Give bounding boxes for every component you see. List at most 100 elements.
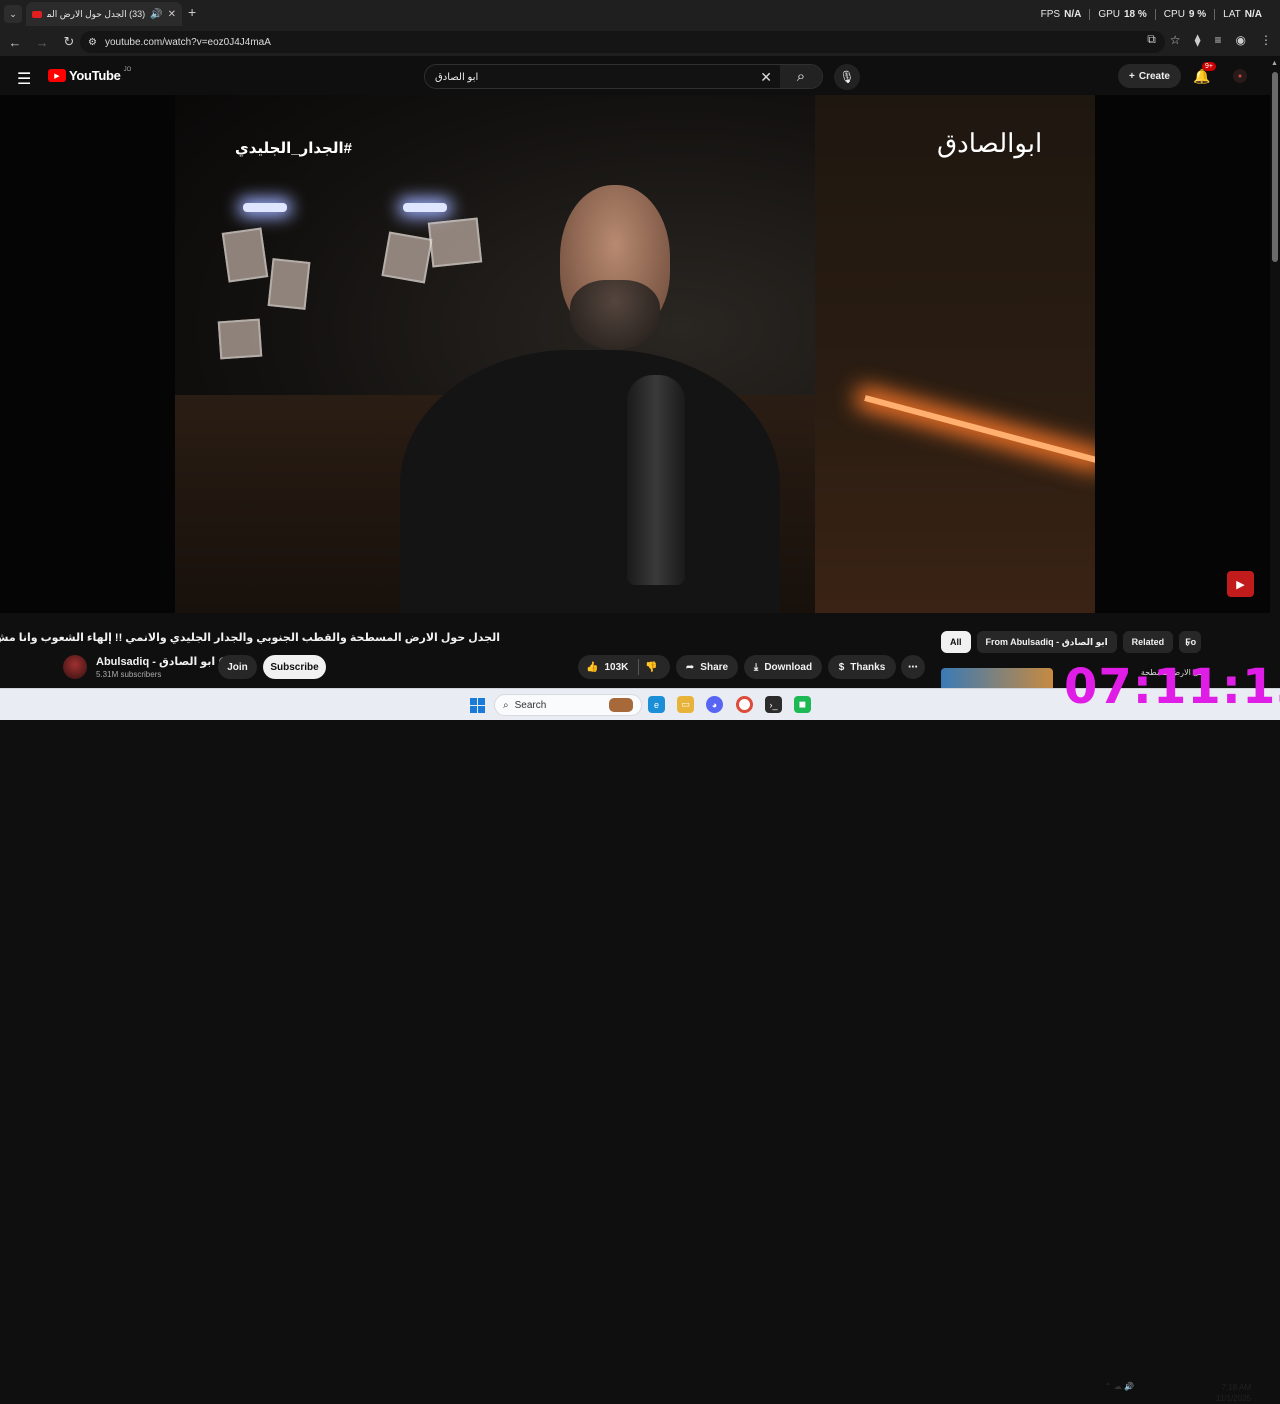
toolbar-actions: ⧉ ☆ ⧫ ≡ ◉ ⋮ [1147, 32, 1272, 47]
video-hashtag-overlay: #الجدار_الجليدي [235, 140, 352, 157]
browser-tab-active[interactable]: (33) الجدل حول الارض المسطحة 🔊 ✕ [26, 2, 182, 26]
chip-all[interactable]: All [941, 631, 971, 653]
fps-metric: FPS N/A [1033, 9, 1090, 20]
chip-partial[interactable]: Fo [1179, 631, 1202, 653]
tab-title: (33) الجدل حول الارض المسطحة [47, 8, 146, 19]
scene-microphone [627, 375, 685, 585]
app-icon[interactable]: ◼ [794, 696, 811, 713]
video-player[interactable]: #الجدار_الجليدي ابوالصادق ▶ [0, 95, 1270, 613]
taskbar-clock[interactable]: 7:18 AM 11/1/2025 [1216, 1382, 1251, 1404]
chip-related[interactable]: Related [1122, 631, 1174, 653]
scene-presenter [365, 185, 785, 613]
speaker-icon[interactable]: 🔊 [150, 9, 162, 20]
install-app-icon[interactable]: ⧉ [1147, 32, 1156, 47]
cpu-value: 9 % [1188, 8, 1207, 20]
plus-icon: + [1129, 70, 1135, 82]
search-button[interactable]: ⌕ [780, 65, 822, 88]
share-label: Share [700, 661, 729, 673]
taskbar-search[interactable]: ⌕ Search [494, 694, 642, 716]
youtube-play-icon: ▶ [48, 69, 66, 82]
gpu-value: 18 % [1124, 8, 1147, 20]
browser-toolbar: ← → ↻ ⚙ youtube.com/watch?v=eoz0J4J4maA … [0, 28, 1280, 56]
like-button[interactable]: 👍 [586, 662, 598, 673]
search-input[interactable]: ابو الصادق ✕ [425, 65, 780, 88]
chip-from-channel[interactable]: From Abulsadiq - ابو الصادق [976, 631, 1117, 653]
search-highlight-image [609, 698, 633, 712]
scrollbar-thumb[interactable] [1272, 72, 1278, 262]
channel-avatar[interactable] [63, 655, 87, 679]
subscriber-count: 5.31M subscribers [96, 670, 162, 679]
address-bar[interactable]: ⚙ youtube.com/watch?v=eoz0J4J4maA [80, 31, 1165, 53]
search-icon: ⌕ [503, 699, 509, 711]
terminal-icon[interactable]: ›_ [765, 696, 782, 713]
scene-photo [221, 227, 269, 283]
recommendation-chips: All From Abulsadiq - ابو الصادق Related … [941, 631, 1202, 655]
browser-menu-icon[interactable]: ⋮ [1260, 33, 1272, 47]
media-controls-icon[interactable]: ≡ [1215, 33, 1222, 47]
site-info-icon[interactable]: ⚙ [88, 37, 97, 48]
extensions-icon[interactable]: ⧫ [1195, 33, 1201, 47]
reload-icon[interactable]: ↻ [57, 34, 81, 50]
hamburger-menu-icon[interactable]: ☰ [17, 69, 31, 89]
download-icon: ⤓ [753, 661, 759, 673]
search-icon: ⌕ [796, 68, 806, 85]
file-explorer-icon[interactable]: ▭ [677, 696, 694, 713]
new-tab-button[interactable]: + [188, 4, 196, 20]
download-label: Download [764, 661, 813, 673]
close-tab-icon[interactable]: ✕ [168, 9, 176, 20]
page-scrollbar[interactable]: ▲ [1270, 60, 1280, 688]
share-icon: ➦ [685, 661, 695, 673]
subscribe-watermark-icon[interactable]: ▶ [1227, 571, 1254, 597]
taskbar-time: 7:18 AM [1221, 1383, 1251, 1392]
account-avatar[interactable]: ● [1233, 69, 1247, 83]
like-count: 103K [604, 661, 629, 673]
video-brand-overlay: ابوالصادق [937, 129, 1043, 159]
chevron-right-icon[interactable]: › [1186, 636, 1190, 650]
country-code: JO [123, 66, 132, 73]
lat-value: N/A [1244, 8, 1262, 20]
bookmark-star-icon[interactable]: ☆ [1170, 33, 1181, 47]
tab-search-button[interactable]: ⌄ [4, 5, 22, 23]
taskbar-search-placeholder: Search [514, 699, 547, 711]
video-title: الجدل حول الارض المسطحة والقطب الجنوبي و… [0, 632, 500, 644]
thanks-button[interactable]: $ Thanks [828, 655, 896, 679]
scene-presenter-body [400, 350, 780, 613]
forward-arrow-icon[interactable]: → [30, 35, 54, 50]
dislike-button-icon[interactable]: 👎 [645, 662, 657, 673]
more-icon: ⋯ [908, 661, 918, 673]
join-button[interactable]: Join [218, 655, 257, 679]
notifications-button[interactable]: 🔔 9+ [1193, 62, 1216, 85]
cpu-metric: CPU 9 % [1154, 8, 1214, 20]
overlay-clock: 07:11:13 [1064, 659, 1280, 715]
voice-search-button[interactable]: 🎙 [834, 64, 860, 90]
profile-icon[interactable]: ◉ [1236, 33, 1246, 47]
windows-start-icon[interactable] [470, 698, 485, 713]
lat-label: LAT [1223, 8, 1241, 20]
gpu-metric: GPU 18 % [1089, 8, 1154, 20]
subscribe-button[interactable]: Subscribe [263, 655, 326, 679]
create-button[interactable]: + Create [1118, 64, 1181, 88]
more-actions-button[interactable]: ⋯ [901, 655, 925, 679]
video-frame[interactable]: #الجدار_الجليدي ابوالصادق [175, 95, 1095, 613]
discord-icon[interactable]: ◕ [706, 696, 723, 713]
youtube-logo[interactable]: ▶ YouTube JO [48, 66, 132, 83]
share-button[interactable]: ➦ Share [676, 655, 738, 679]
url-text: youtube.com/watch?v=eoz0J4J4maA [104, 36, 271, 48]
back-arrow-icon[interactable]: ← [3, 35, 27, 50]
create-label: Create [1138, 70, 1170, 82]
edge-browser-icon[interactable]: e [648, 696, 665, 713]
clear-search-icon[interactable]: ✕ [760, 69, 772, 86]
thanks-label: Thanks [850, 661, 886, 673]
microphone-icon: 🎙 [839, 70, 855, 84]
latency-metric: LAT N/A [1214, 8, 1270, 20]
fps-label: FPS [1040, 8, 1061, 20]
logo-text: YouTube [69, 68, 121, 83]
system-tray[interactable]: ⌃ ☁ 🔊 [1105, 1382, 1134, 1391]
scene-presenter-beard [570, 280, 660, 350]
scroll-up-arrow-icon[interactable]: ▲ [1271, 60, 1278, 67]
recommended-thumbnail[interactable] [941, 668, 1053, 688]
download-button[interactable]: ⤓ Download [744, 655, 822, 679]
chrome-icon[interactable] [736, 696, 753, 713]
taskbar-date: 11/1/2025 [1216, 1394, 1251, 1403]
channel-name[interactable]: Abulsadiq - ابو الصادق✓ [96, 655, 229, 668]
